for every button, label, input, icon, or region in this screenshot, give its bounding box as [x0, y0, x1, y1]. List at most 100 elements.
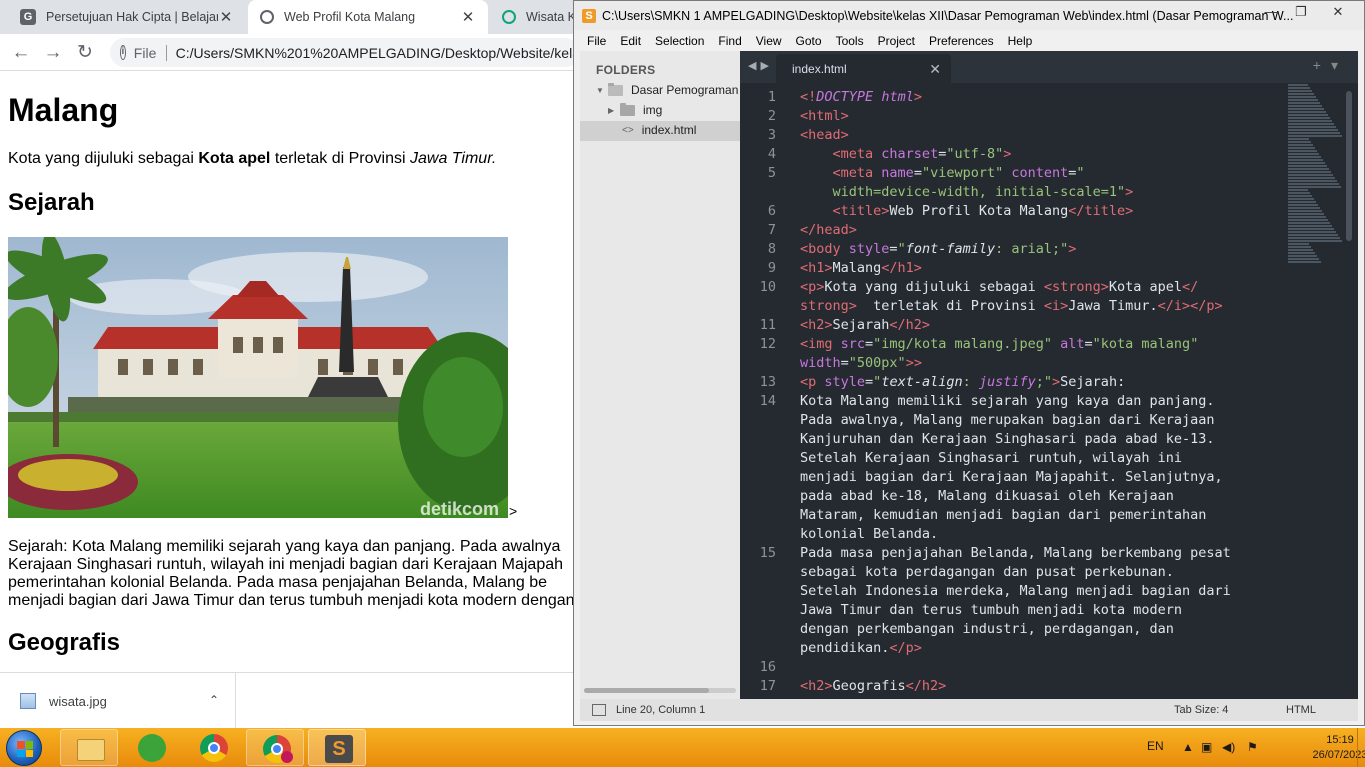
code-token: Setelah Indonesia merdeka, Malang menjad… — [800, 583, 1231, 599]
code-text[interactable]: <!DOCTYPE html> <html> <head> <meta charse… — [800, 83, 1300, 699]
minimap-line — [1288, 174, 1333, 176]
minimap-line — [1288, 96, 1316, 98]
sublime-logo-icon: S — [582, 8, 596, 23]
minimap[interactable] — [1288, 83, 1343, 273]
new-tab-icon[interactable]: +▾ — [1313, 57, 1348, 74]
line-number: 3 — [767, 127, 776, 143]
menu-edit[interactable]: Edit — [613, 31, 648, 51]
tab-close-icon[interactable]: ✕ — [929, 61, 941, 78]
tab-close-icon[interactable]: ✕ — [218, 8, 234, 26]
minimap-line — [1288, 90, 1312, 92]
code-line: <body style="font-family: arial;"> — [800, 240, 1076, 259]
reload-icon[interactable]: ↻ — [72, 40, 98, 66]
code-token: strong> — [800, 298, 857, 314]
code-token: Kota Malang memiliki sejarah yang kaya d… — [800, 393, 1215, 409]
volume-icon[interactable]: ◀) — [1222, 740, 1235, 754]
tree-index-file[interactable]: <> index.html — [622, 123, 696, 137]
tree-project-folder[interactable]: ▼ Dasar Pemograman W — [596, 82, 753, 97]
chrome-profile-icon[interactable] — [246, 729, 304, 766]
menu-project[interactable]: Project — [871, 31, 922, 51]
code-token: <p> — [800, 279, 825, 295]
menu-tools[interactable]: Tools — [829, 31, 871, 51]
code-token: Web Profil Kota Malang — [889, 203, 1069, 219]
code-token: <h1> — [800, 260, 833, 276]
line-number: 17 — [759, 678, 776, 694]
code-token: <h2> — [800, 317, 833, 333]
code-token: ;" — [1035, 374, 1053, 390]
code-token: = — [865, 336, 874, 352]
network-icon[interactable]: ▣ — [1201, 740, 1212, 754]
tab-nav-arrows-icon[interactable]: ◀▶ — [748, 59, 773, 72]
menu-view[interactable]: View — [749, 31, 789, 51]
menu-preferences[interactable]: Preferences — [922, 31, 1001, 51]
menu-goto[interactable]: Goto — [789, 31, 829, 51]
language-indicator[interactable]: EN — [1147, 739, 1164, 753]
tab-web-profil[interactable]: Web Profil Kota Malang ✕ — [248, 0, 488, 34]
minimap-line — [1288, 144, 1313, 146]
code-line: <img src="img/kota malang.jpeg" alt="kot… — [800, 335, 1198, 354]
code-token: > — [1125, 184, 1134, 200]
close-icon[interactable]: ✕ — [1322, 1, 1354, 23]
code-token: Pada masa penjajahan Belanda, Malang ber… — [800, 545, 1231, 561]
paragraph-line: Kerajaan Singhasari runtuh, wilayah ini … — [8, 556, 564, 573]
menu-selection[interactable]: Selection — [648, 31, 711, 51]
tab-wisata[interactable]: Wisata Ko — [490, 0, 580, 34]
back-arrow-icon[interactable]: ← — [8, 40, 34, 66]
menu-help[interactable]: Help — [1001, 31, 1040, 51]
green-app-icon[interactable] — [122, 729, 180, 766]
code-token: sebagai kota perdagangan dan pusat perke… — [800, 564, 1174, 580]
forward-arrow-icon[interactable]: → — [40, 40, 66, 66]
line-number: 1 — [767, 89, 776, 105]
tree-img-folder[interactable]: ▶ img — [608, 102, 662, 117]
minimap-line — [1288, 243, 1309, 245]
toggle-sidebar-icon[interactable] — [592, 704, 606, 716]
code-line: <h1>Malang</h1> — [800, 259, 922, 278]
minimize-icon[interactable]: — — [1255, 1, 1287, 23]
chrome-icon[interactable] — [184, 729, 242, 766]
code-token: html — [881, 89, 914, 105]
tray-expand-icon[interactable]: ▲ — [1182, 740, 1194, 754]
index-file-label: index.html — [641, 123, 697, 137]
minimap-line — [1288, 219, 1328, 221]
minimap-line — [1288, 258, 1319, 260]
code-token: <strong> — [1043, 279, 1109, 295]
address-bar[interactable]: i File C:/Users/SMKN%201%20AMPELGADING/D… — [110, 38, 580, 67]
sidebar-scroll-thumb[interactable] — [584, 688, 709, 693]
minimap-line — [1288, 159, 1323, 161]
code-token: kolonial Belanda. — [800, 526, 939, 542]
chevron-up-icon[interactable]: ⌃ — [209, 693, 219, 707]
code-line: Setelah Indonesia merdeka, Malang menjad… — [800, 582, 1231, 601]
code-editor[interactable]: ◀▶ index.html ✕ +▾ 1 2 3 4 5 6 7 8 9 10 11 12 13 14 15… — [740, 51, 1358, 699]
info-icon[interactable]: i — [120, 45, 126, 60]
download-item[interactable]: wisata.jpg ⌃ — [0, 673, 236, 729]
expanded-arrow-icon: ▼ — [596, 85, 604, 95]
tab-close-icon[interactable]: ✕ — [460, 8, 476, 26]
code-token: Malang — [832, 260, 882, 276]
start-button[interactable] — [6, 730, 42, 766]
code-line: <h2>Geografis</h2> — [800, 677, 946, 696]
minimap-line — [1288, 177, 1335, 179]
editor-scrollbar[interactable] — [1346, 91, 1352, 241]
line-number: 5 — [767, 165, 776, 181]
file-explorer-icon[interactable] — [60, 729, 118, 766]
tab-size[interactable]: Tab Size: 4 — [1174, 704, 1228, 716]
action-center-icon[interactable]: ⚑ — [1247, 740, 1258, 754]
editor-tab-index[interactable]: index.html ✕ — [776, 54, 951, 83]
syntax-mode[interactable]: HTML — [1286, 704, 1316, 716]
file-scheme-label: File — [133, 44, 157, 61]
tab-persetujuan[interactable]: G Persetujuan Hak Cipta | Belajar D ✕ — [8, 0, 246, 34]
menu-find[interactable]: Find — [711, 31, 748, 51]
minimap-line — [1288, 198, 1314, 200]
maximize-icon[interactable]: ❐ — [1285, 1, 1317, 23]
minimap-line — [1288, 105, 1322, 107]
code-token: Kanjuruhan dan Kerajaan Singhasari pada … — [800, 431, 1215, 447]
minimap-line — [1288, 114, 1328, 116]
code-token: "kota malang" — [1092, 336, 1199, 352]
show-desktop-button[interactable] — [1357, 728, 1365, 767]
menu-file[interactable]: File — [580, 31, 613, 51]
code-token: <meta — [832, 165, 882, 181]
sublime-text-icon[interactable]: S — [308, 729, 366, 766]
sejarah-paragraph: Sejarah: Kota Malang memiliki sejarah ya… — [8, 538, 575, 610]
code-token: dengan perkembangan industri, perdaganga… — [800, 621, 1174, 637]
